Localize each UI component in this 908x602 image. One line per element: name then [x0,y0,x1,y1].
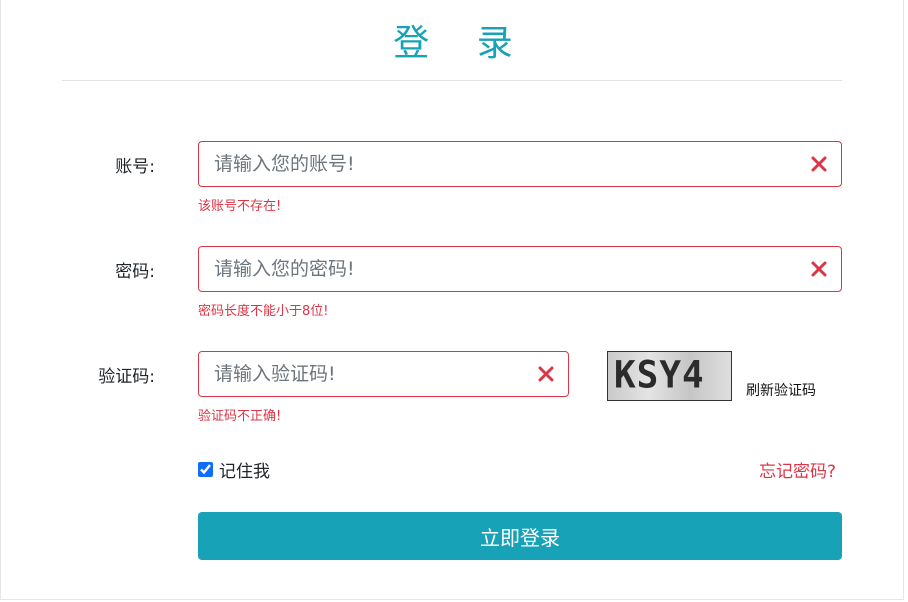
refresh-captcha-link[interactable]: 刷新验证码 [746,380,816,400]
password-label: 密码: [115,262,155,282]
remember-checkbox[interactable] [198,462,213,477]
account-label: 账号: [115,157,155,177]
page-title: 登 录 [393,23,531,64]
login-panel: 登 录 账号: 该账号不存在! 密码: 密码长度不能小于8位! 验证码: 验证码… [0,0,904,600]
password-input[interactable] [214,247,804,291]
captcha-error: 验证码不正确! [198,409,282,424]
account-clear-icon[interactable] [810,155,828,173]
captcha-input[interactable] [214,352,529,396]
account-field [198,141,842,187]
password-error: 密码长度不能小于8位! [198,304,329,319]
password-field [198,246,842,292]
captcha-image-text: KSY4 [614,353,705,398]
captcha-clear-icon[interactable] [537,365,555,383]
remember-me[interactable]: 记住我 [198,457,270,482]
account-error: 该账号不存在! [198,199,282,214]
title-divider [62,80,842,81]
captcha-label: 验证码: [98,367,155,387]
login-button[interactable]: 立即登录 [198,512,842,560]
forgot-password-link[interactable]: 忘记密码? [759,457,836,482]
account-input[interactable] [214,142,804,186]
remember-label: 记住我 [219,462,270,482]
password-clear-icon[interactable] [810,260,828,278]
captcha-field [198,351,569,397]
captcha-image[interactable]: KSY4 [607,351,732,401]
